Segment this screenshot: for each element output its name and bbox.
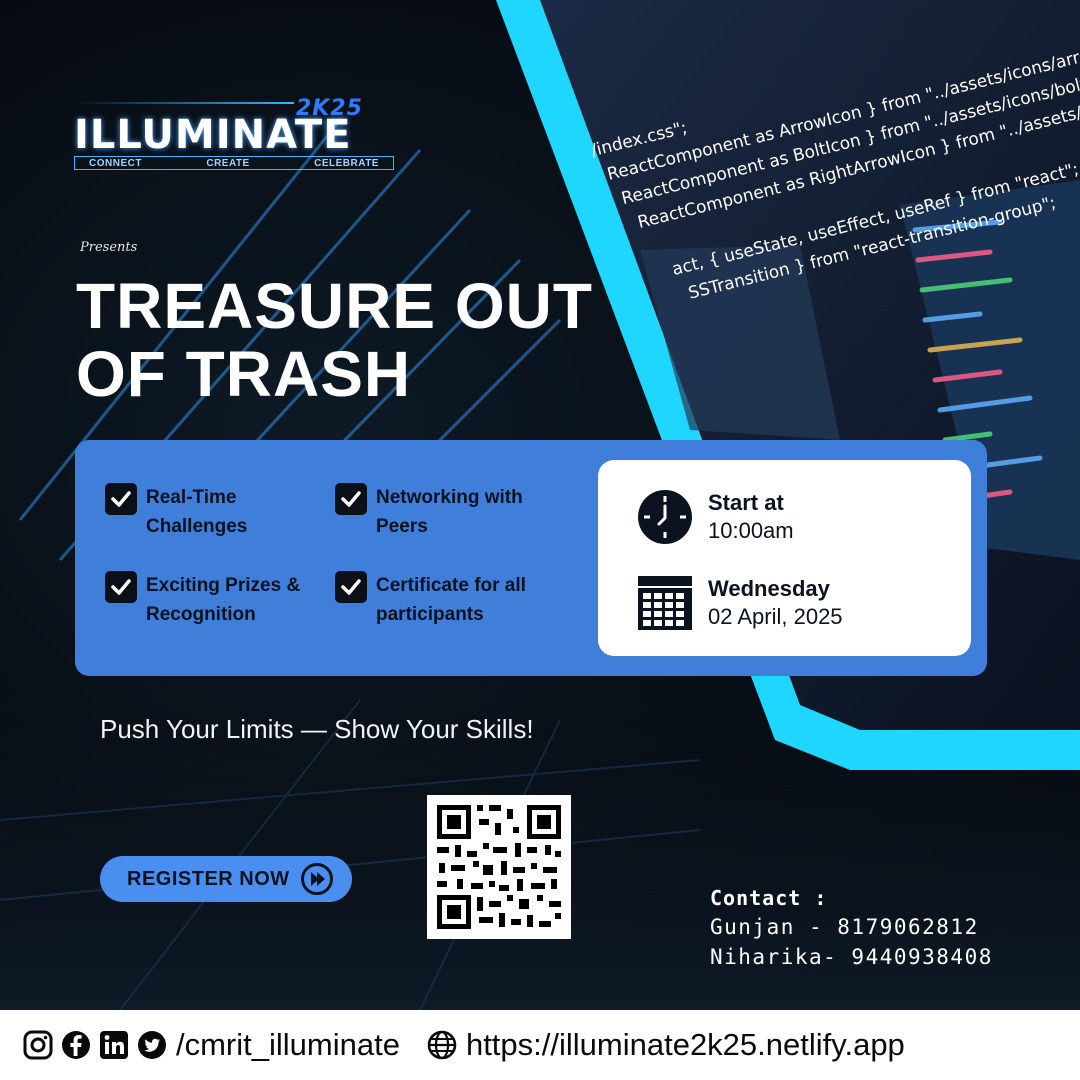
feature-label: Certificate for all xyxy=(376,575,526,596)
contact-title: Contact : xyxy=(710,886,828,910)
start-time-row: Start at 10:00am xyxy=(636,488,794,546)
feature-label: Exciting Prizes & xyxy=(146,575,301,596)
contact-niharika: Niharika- 9440938408 xyxy=(710,945,993,969)
website-url[interactable]: https://illuminate2k25.netlify.app xyxy=(466,1027,905,1063)
social-handle[interactable]: /cmrit_illuminate xyxy=(176,1027,400,1063)
schedule-card: Start at 10:00am Wednesday 02 April, 202… xyxy=(598,460,971,656)
qr-code-image xyxy=(427,795,571,939)
feature-networking: Networking with Peers xyxy=(335,483,523,541)
calendar-icon xyxy=(638,576,692,630)
register-label: REGISTER NOW xyxy=(127,867,290,890)
feature-label: Recognition xyxy=(146,604,256,625)
globe-icon xyxy=(427,1030,457,1060)
feature-label: Peers xyxy=(376,516,428,537)
feature-prizes: Exciting Prizes & Recognition xyxy=(105,571,300,629)
instagram-icon[interactable] xyxy=(22,1029,54,1061)
date-row: Wednesday 02 April, 2025 xyxy=(636,574,843,632)
feature-real-time-challenges: Real-Time Challenges xyxy=(105,483,247,541)
check-icon xyxy=(105,483,137,515)
linkedin-icon[interactable] xyxy=(98,1029,130,1061)
check-icon xyxy=(105,571,137,603)
check-icon xyxy=(335,571,367,603)
feature-label: Real-Time xyxy=(146,487,237,508)
date-value: 02 April, 2025 xyxy=(708,604,843,629)
feature-label: Networking with xyxy=(376,487,523,508)
clock-icon xyxy=(638,490,692,544)
logo-circuit-line xyxy=(74,102,294,104)
event-title-line-2: OF TRASH xyxy=(76,338,412,410)
contact-gunjan: Gunjan - 8179062812 xyxy=(710,915,979,939)
register-now-button[interactable]: REGISTER NOW xyxy=(100,856,352,902)
check-icon xyxy=(335,483,367,515)
start-time-value: 10:00am xyxy=(708,518,794,543)
day-label: Wednesday xyxy=(708,576,830,601)
footer-bar: /cmrit_illuminate https://illuminate2k25… xyxy=(0,1010,1080,1080)
logo-tag-celebrate: CELEBRATE xyxy=(314,157,379,169)
logo-tagline: CONNECT CREATE CELEBRATE xyxy=(74,156,394,170)
event-title-line-1: TREASURE OUT xyxy=(76,270,593,342)
social-links: /cmrit_illuminate xyxy=(22,1027,400,1063)
event-title: TREASURE OUT OF TRASH xyxy=(76,272,593,408)
logo-tag-create: CREATE xyxy=(206,157,250,169)
feature-certificate: Certificate for all participants xyxy=(335,571,526,629)
logo-tag-connect: CONNECT xyxy=(89,157,142,169)
presents-label: Presents xyxy=(80,240,138,255)
twitter-icon[interactable] xyxy=(136,1029,168,1061)
feature-label: Challenges xyxy=(146,516,248,537)
start-at-label: Start at xyxy=(708,490,784,515)
event-poster: /index.css"; ReactComponent as ArrowIcon… xyxy=(0,0,1080,1080)
contact-block: Contact : Gunjan - 8179062812 Niharika- … xyxy=(710,884,993,972)
qr-code[interactable] xyxy=(427,795,571,939)
play-arrow-icon xyxy=(300,863,333,895)
feature-label: participants xyxy=(376,604,484,625)
logo-title: ILLUMINATE xyxy=(74,112,352,158)
illuminate-logo: 2K25 ILLUMINATE CONNECT CREATE CELEBRATE xyxy=(74,88,404,178)
facebook-icon[interactable] xyxy=(60,1029,92,1061)
website-link[interactable]: https://illuminate2k25.netlify.app xyxy=(426,1027,905,1063)
tagline: Push Your Limits — Show Your Skills! xyxy=(100,714,534,744)
